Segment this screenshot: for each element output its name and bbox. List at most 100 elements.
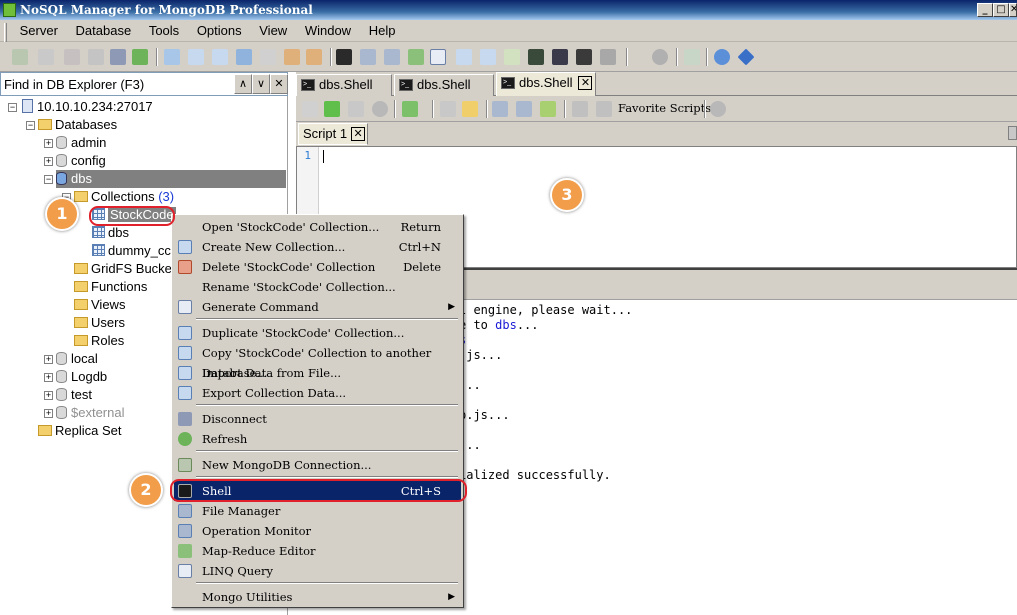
import-icon[interactable]: [456, 49, 472, 65]
menu-item-operation-monitor[interactable]: Operation Monitor: [174, 521, 461, 541]
menu-item-mongo-utilities[interactable]: Mongo Utilities ▶: [174, 587, 461, 607]
start-server-icon[interactable]: [528, 49, 544, 65]
expand-toggle[interactable]: +: [44, 373, 53, 382]
expand-toggle[interactable]: +: [44, 139, 53, 148]
menu-item-refresh[interactable]: Refresh: [174, 429, 461, 449]
function-icon[interactable]: [260, 49, 276, 65]
execute-icon[interactable]: [324, 101, 340, 117]
keyboard-icon[interactable]: [600, 49, 616, 65]
tree-node-dbs[interactable]: dbs: [56, 170, 286, 188]
menu-item-disconnect[interactable]: Disconnect: [174, 409, 461, 429]
tree-node-test[interactable]: test: [56, 386, 92, 404]
tab-dbs-shell-1[interactable]: >_ dbs.Shell: [296, 74, 392, 96]
close-tab-icon[interactable]: ✕: [578, 76, 593, 90]
tree-node-gridfs[interactable]: GridFS Bucket: [74, 260, 176, 278]
tree-node-external[interactable]: $external: [56, 404, 124, 422]
menu-item-delete-collection[interactable]: Delete 'StockCode' Collection Delete: [174, 257, 461, 277]
tree-node-dummy[interactable]: dummy_cc: [92, 242, 171, 260]
menu-item-linq-query[interactable]: LINQ Query: [174, 561, 461, 581]
collapse-toggle[interactable]: −: [26, 121, 35, 130]
connect-icon[interactable]: [12, 49, 28, 65]
console-icon[interactable]: [576, 49, 592, 65]
edit-collection-icon[interactable]: [212, 49, 228, 65]
history-icon[interactable]: [492, 101, 508, 117]
menu-item-new-connection[interactable]: New MongoDB Connection...: [174, 455, 461, 475]
save-icon[interactable]: [236, 49, 252, 65]
tree-node-users[interactable]: Users: [74, 314, 125, 332]
close-script-tab-icon[interactable]: ✕: [351, 127, 366, 141]
menu-server[interactable]: Server: [13, 20, 65, 42]
menu-options[interactable]: Options: [190, 20, 249, 42]
find-down-button[interactable]: ∨: [252, 74, 270, 94]
expand-toggle[interactable]: +: [44, 157, 53, 166]
operation-monitor-icon[interactable]: [384, 49, 400, 65]
linq-icon[interactable]: [430, 49, 446, 65]
menu-item-rename-collection[interactable]: Rename 'StockCode' Collection...: [174, 277, 461, 297]
menu-view[interactable]: View: [252, 20, 294, 42]
help-icon[interactable]: [714, 49, 730, 65]
picture-icon[interactable]: [684, 49, 700, 65]
snippets-icon[interactable]: [516, 101, 532, 117]
maximize-button[interactable]: □: [993, 3, 1009, 17]
collapse-toggle[interactable]: −: [8, 103, 17, 112]
save-script-icon[interactable]: [440, 101, 456, 117]
menu-item-duplicate-collection[interactable]: Duplicate 'StockCode' Collection...: [174, 323, 461, 343]
edit-connection-icon[interactable]: [38, 49, 54, 65]
tree-node-local[interactable]: local: [56, 350, 98, 368]
script-tabs-scroll[interactable]: [1008, 126, 1017, 140]
collapse-toggle[interactable]: −: [44, 175, 53, 184]
stop-icon[interactable]: [372, 101, 388, 117]
find-input[interactable]: Find in DB Explorer (F3): [4, 77, 144, 92]
tree-node-databases[interactable]: Databases: [38, 116, 117, 134]
delete-connection-icon[interactable]: [64, 49, 80, 65]
tree-node-logdb[interactable]: Logdb: [56, 368, 107, 386]
menu-item-generate-command[interactable]: Generate Command ▶: [174, 297, 461, 317]
refresh-icon[interactable]: [132, 49, 148, 65]
tree-node-replica-set[interactable]: Replica Set: [38, 422, 121, 440]
close-window-button[interactable]: ✕: [1009, 3, 1017, 17]
menu-tools[interactable]: Tools: [142, 20, 186, 42]
new-collection-icon[interactable]: [188, 49, 204, 65]
plug-icon[interactable]: [88, 49, 104, 65]
file-manager-icon[interactable]: [360, 49, 376, 65]
navigate-icon[interactable]: [540, 101, 556, 117]
menu-item-copy-collection[interactable]: Copy 'StockCode' Collection to another D…: [174, 343, 461, 380]
export-icon[interactable]: [480, 49, 496, 65]
run-options-icon[interactable]: [402, 101, 418, 117]
menu-database[interactable]: Database: [69, 20, 139, 42]
tree-node-collections[interactable]: Collections (3): [74, 188, 174, 206]
explain-icon[interactable]: [348, 101, 364, 117]
menu-item-file-manager[interactable]: File Manager: [174, 501, 461, 521]
gear-icon[interactable]: [652, 49, 668, 65]
menu-help[interactable]: Help: [362, 20, 403, 42]
menu-window[interactable]: Window: [298, 20, 358, 42]
tools-icon[interactable]: [572, 101, 588, 117]
tab-dbs-shell-3[interactable]: >_ dbs.Shell ✕: [496, 72, 596, 96]
wrench-icon[interactable]: [596, 101, 612, 117]
new-database-icon[interactable]: [164, 49, 180, 65]
menu-item-create-collection[interactable]: Create New Collection... Ctrl+N: [174, 237, 461, 257]
execute-all-icon[interactable]: [302, 101, 318, 117]
disconnect-icon[interactable]: [110, 49, 126, 65]
menu-item-import-data[interactable]: Import Data from File...: [174, 363, 461, 383]
expand-toggle[interactable]: +: [44, 409, 53, 418]
minimize-button[interactable]: _: [977, 3, 993, 17]
tree-node-server[interactable]: 10.10.10.234:27017: [22, 98, 153, 116]
stop-server-icon[interactable]: [552, 49, 568, 65]
about-icon[interactable]: [737, 48, 755, 66]
users-icon[interactable]: [306, 49, 322, 65]
tree-node-admin[interactable]: admin: [56, 134, 106, 152]
settings-gear-icon[interactable]: [710, 101, 726, 117]
tab-dbs-shell-2[interactable]: >_ dbs.Shell: [394, 74, 494, 96]
tree-node-config[interactable]: config: [56, 152, 106, 170]
expand-toggle[interactable]: +: [44, 355, 53, 364]
map-reduce-icon[interactable]: [408, 49, 424, 65]
menu-item-export-data[interactable]: Export Collection Data...: [174, 383, 461, 403]
tree-node-roles[interactable]: Roles: [74, 332, 124, 350]
menu-item-open-collection[interactable]: Open 'StockCode' Collection... Return: [174, 217, 461, 237]
find-close-button[interactable]: ✕: [270, 74, 288, 94]
tree-node-functions[interactable]: Functions: [74, 278, 147, 296]
tree-node-views[interactable]: Views: [74, 296, 125, 314]
copy-icon[interactable]: [504, 49, 520, 65]
find-up-button[interactable]: ∧: [234, 74, 252, 94]
